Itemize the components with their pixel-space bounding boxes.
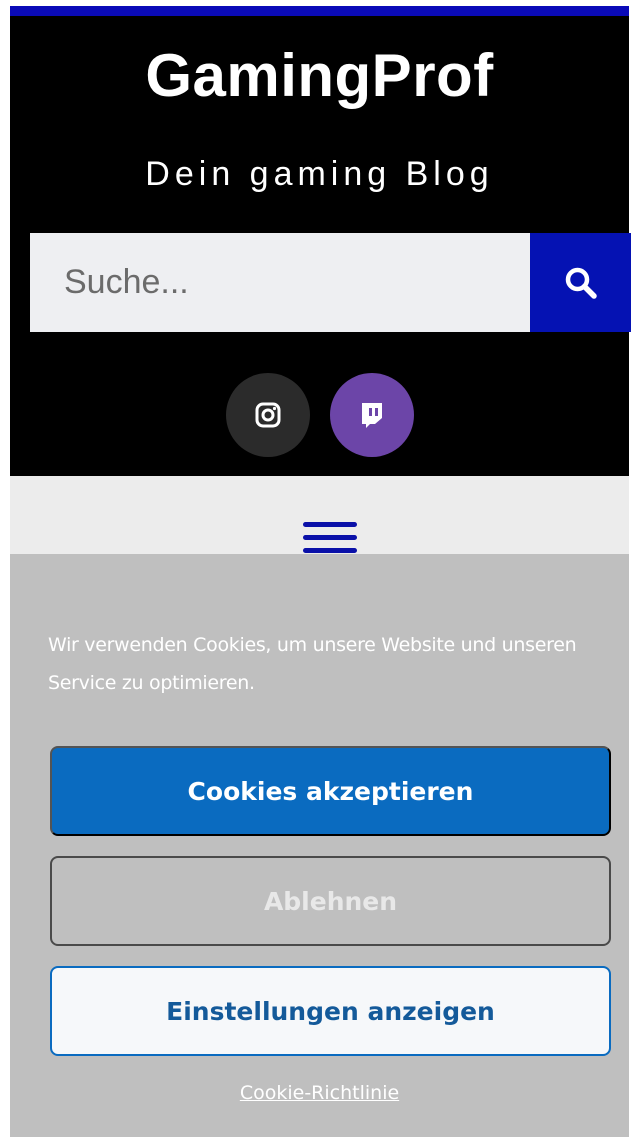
instagram-link[interactable] [225,373,310,457]
cookie-policy-link[interactable]: Cookie-Richtlinie [10,1082,629,1104]
cookie-banner: Wir verwenden Cookies, um unsere Website… [10,554,629,1137]
top-accent-strip [10,6,629,16]
site-title[interactable]: GamingProf [10,40,629,112]
instagram-icon [255,402,280,428]
cookie-settings-button[interactable]: Einstellungen anzeigen [50,966,611,1056]
deny-cookies-button[interactable]: Ablehnen [50,856,611,946]
search-icon [565,267,597,299]
search-input[interactable] [30,233,530,332]
site-header: GamingProf Dein gaming Blog [10,16,631,476]
cookie-message: Wir verwenden Cookies, um unsere Website… [48,634,577,694]
search-form [30,233,631,332]
accept-cookies-button[interactable]: Cookies akzeptieren [50,746,611,836]
twitch-icon [361,403,382,428]
search-button[interactable] [530,233,631,332]
social-links [10,373,629,457]
twitch-link[interactable] [329,373,414,457]
navigation-bar [10,476,629,554]
page: GamingProf Dein gaming Blog Suche... Wir… [0,0,639,1137]
site-tagline: Dein gaming Blog [145,155,494,193]
hamburger-menu-icon[interactable] [303,522,357,554]
